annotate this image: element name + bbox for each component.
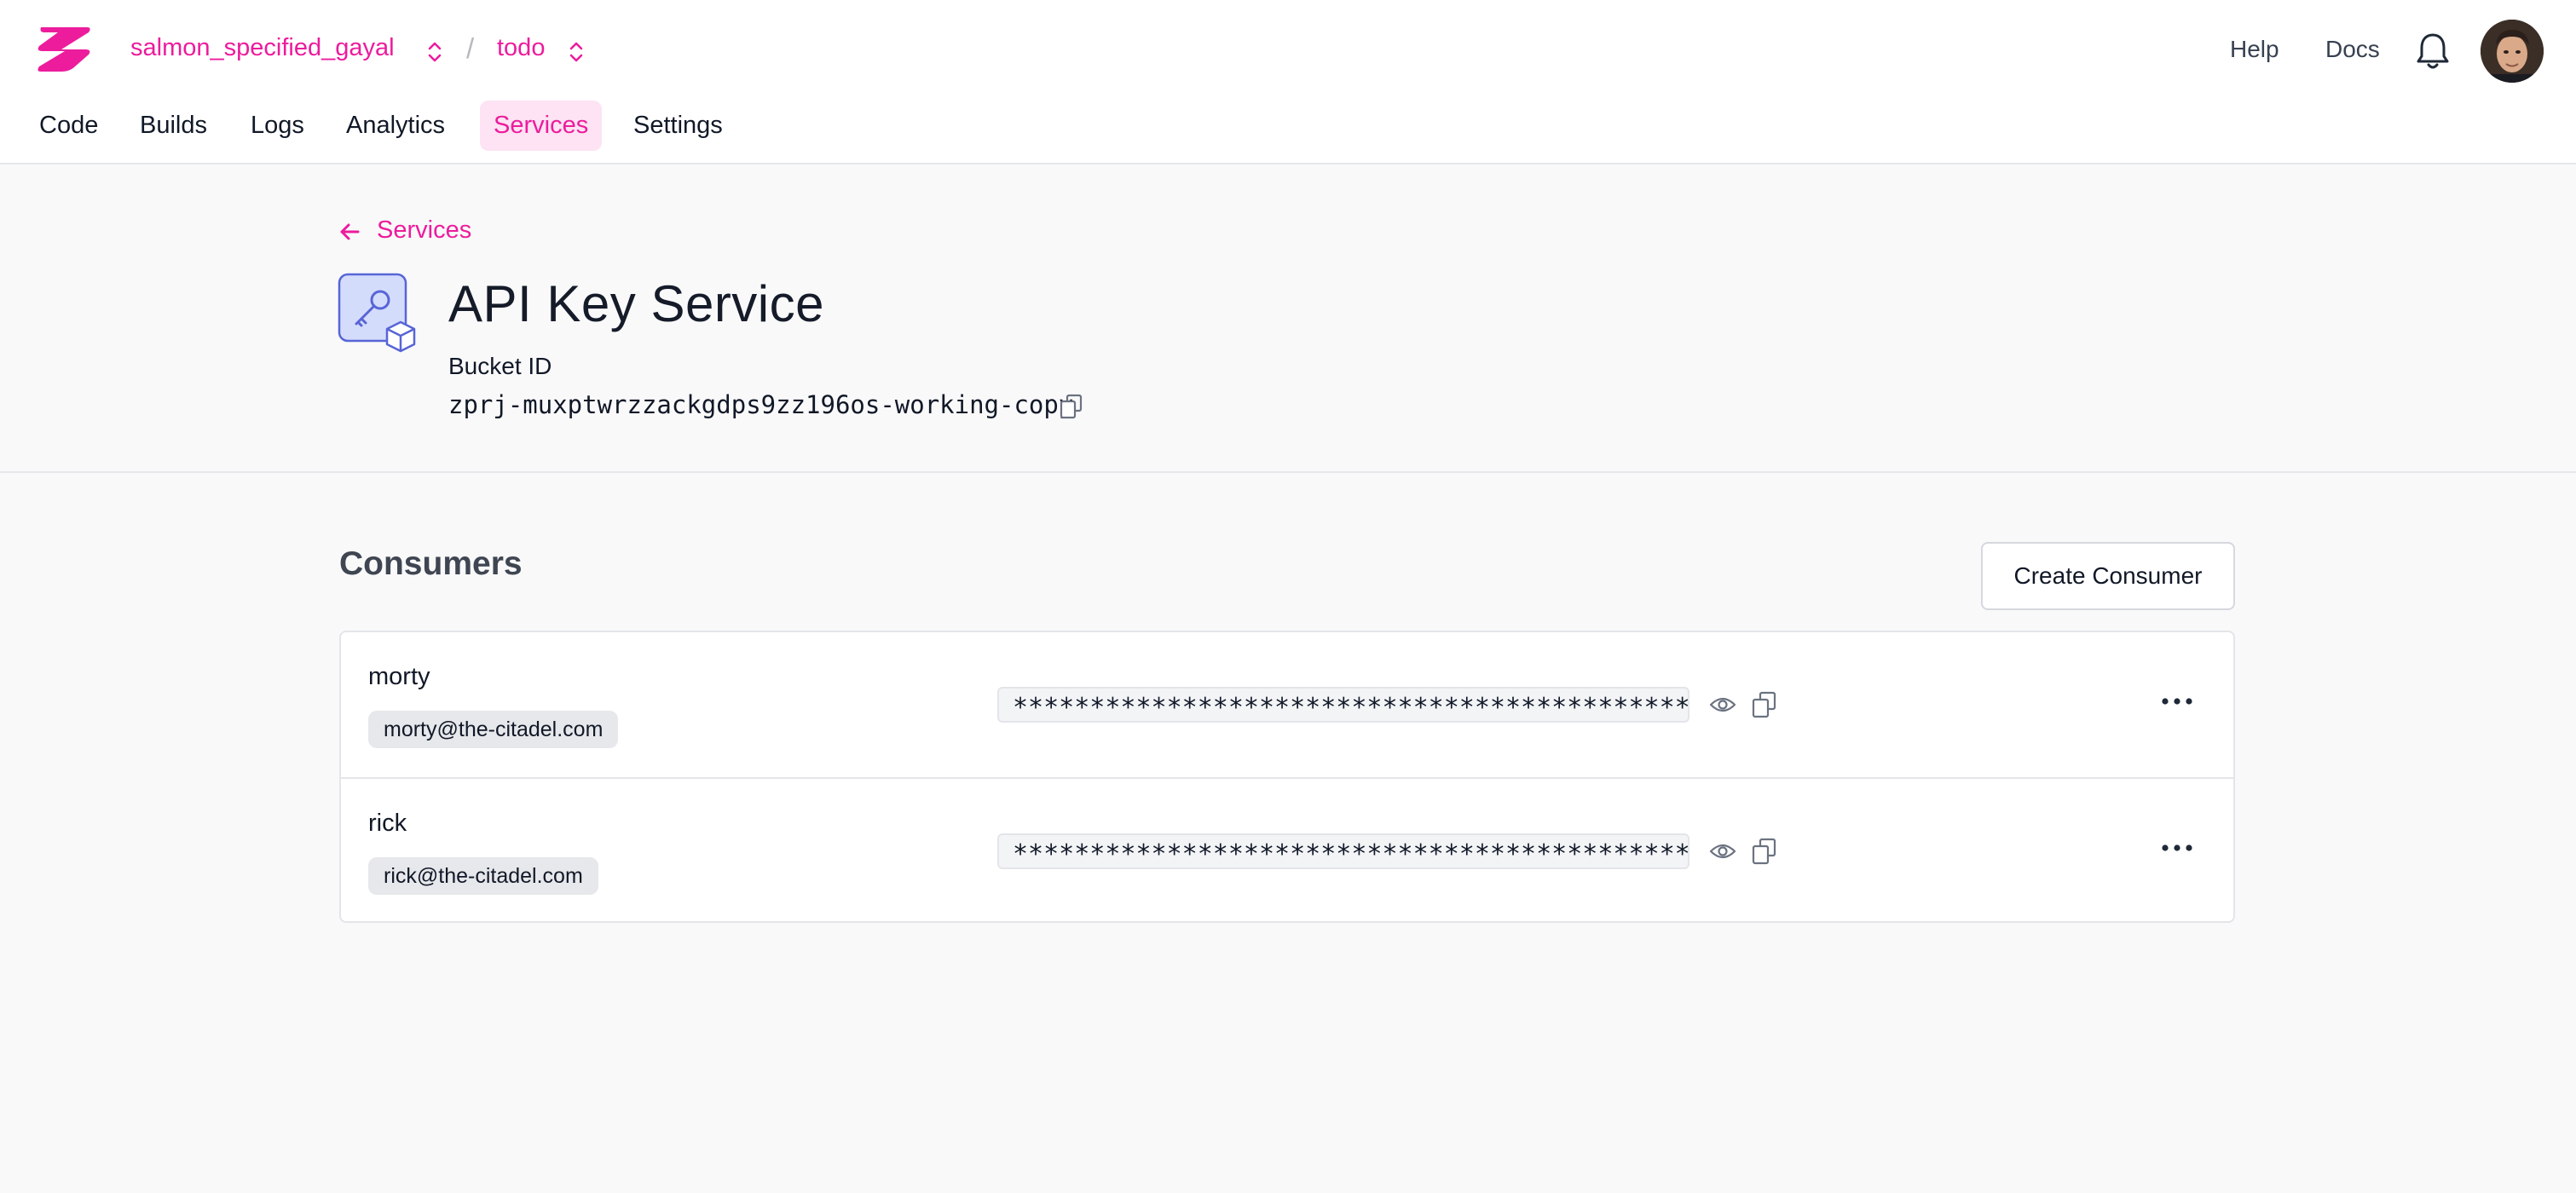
page-title: API Key Service xyxy=(448,275,825,332)
tab-analytics[interactable]: Analytics xyxy=(332,101,459,151)
section-divider xyxy=(0,471,2576,473)
eye-icon[interactable] xyxy=(1708,694,1737,716)
api-key-field[interactable]: ****************************************… xyxy=(997,833,1689,869)
consumers-table: morty morty@the-citadel.com ************… xyxy=(339,631,2235,923)
table-row: morty morty@the-citadel.com ************… xyxy=(341,632,2233,777)
tab-settings[interactable]: Settings xyxy=(620,101,736,151)
zuplo-logo[interactable] xyxy=(36,24,95,77)
table-row: rick rick@the-citadel.com **************… xyxy=(341,777,2233,922)
bucket-id-label: Bucket ID xyxy=(448,353,552,379)
tab-code[interactable]: Code xyxy=(26,101,112,151)
copy-icon[interactable] xyxy=(1751,690,1778,719)
more-horizontal-icon[interactable] xyxy=(2160,842,2194,854)
api-key-field[interactable]: ****************************************… xyxy=(997,687,1689,723)
chevron-updown-icon[interactable] xyxy=(425,38,445,66)
back-label: Services xyxy=(377,216,472,244)
chevron-updown-icon[interactable] xyxy=(566,38,586,66)
consumers-heading: Consumers xyxy=(339,545,523,582)
tab-builds[interactable]: Builds xyxy=(126,101,221,151)
api-key-service-icon xyxy=(338,273,416,353)
consumer-name: morty xyxy=(368,663,430,690)
tab-services[interactable]: Services xyxy=(480,101,603,151)
more-horizontal-icon[interactable] xyxy=(2160,695,2194,707)
arrow-left-icon xyxy=(340,223,360,240)
bell-icon[interactable] xyxy=(2414,31,2452,72)
help-link[interactable]: Help xyxy=(2230,36,2279,63)
copy-icon[interactable] xyxy=(1059,393,1084,420)
consumer-email-badge: rick@the-citadel.com xyxy=(368,857,598,895)
tab-logs[interactable]: Logs xyxy=(237,101,318,151)
org-switcher[interactable]: salmon_specified_gayal xyxy=(130,34,395,62)
breadcrumb-separator: / xyxy=(466,32,475,64)
consumer-email-badge: morty@the-citadel.com xyxy=(368,711,619,748)
project-switcher[interactable]: todo xyxy=(497,34,545,62)
create-consumer-button[interactable]: Create Consumer xyxy=(1981,542,2235,610)
bucket-id-value: zprj-muxptwrzzackgdps9zz196os-working-co… xyxy=(448,390,1074,419)
eye-icon[interactable] xyxy=(1708,840,1737,862)
top-header: salmon_specified_gayal / todo Help Docs … xyxy=(0,0,2576,164)
avatar[interactable] xyxy=(2481,20,2544,83)
copy-icon[interactable] xyxy=(1751,837,1778,866)
docs-link[interactable]: Docs xyxy=(2325,36,2380,63)
consumer-name: rick xyxy=(368,810,407,837)
